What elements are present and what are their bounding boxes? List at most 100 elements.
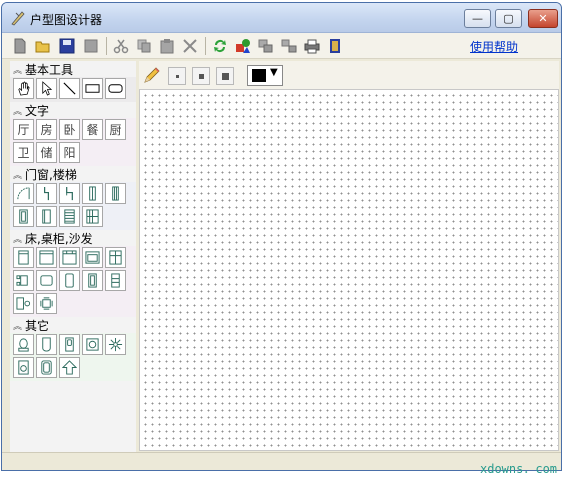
washer-tool[interactable] [13, 357, 34, 378]
help-link[interactable]: 使用帮助 [470, 38, 518, 55]
close-file-button[interactable] [81, 36, 101, 56]
spiral-stairs-tool[interactable] [82, 206, 103, 227]
new-file-button[interactable] [10, 36, 30, 56]
line-icon [63, 82, 76, 95]
category-header-basic-tools[interactable]: ︽ 基本工具 [10, 61, 136, 77]
text-tool-bedroom[interactable]: 卧 [59, 119, 80, 140]
table-chairs-tool[interactable] [13, 270, 34, 291]
line-width-medium-button[interactable] [192, 67, 210, 85]
category-label: 其它 [25, 318, 50, 333]
door-single-tool[interactable] [36, 183, 57, 204]
group-button[interactable] [256, 36, 276, 56]
title-bar[interactable]: 户型图设计器 — ▢ ✕ [2, 3, 561, 33]
category-body-basic-tools [10, 77, 136, 102]
sofa-tool[interactable] [82, 247, 103, 268]
pencil-icon[interactable] [143, 66, 161, 84]
color-swatch [252, 69, 266, 82]
window-frame-tool[interactable] [13, 206, 34, 227]
rounded-rect-tool[interactable] [105, 78, 126, 99]
door-double-tool[interactable] [59, 183, 80, 204]
delete-button[interactable] [180, 36, 200, 56]
layers-button[interactable] [233, 36, 253, 56]
category-body-other [10, 333, 136, 381]
bed-single-tool[interactable] [13, 247, 34, 268]
window-title: 户型图设计器 [30, 13, 103, 27]
door-swing-icon [17, 187, 30, 200]
toilet-tool[interactable] [13, 334, 34, 355]
category-body-furniture [10, 246, 136, 317]
hand-icon [18, 81, 30, 96]
text-tool-dining[interactable]: 餐 [82, 119, 103, 140]
sofa-icon [85, 251, 100, 264]
table-tool[interactable] [36, 270, 57, 291]
open-file-button[interactable] [33, 36, 53, 56]
text-tool-hall[interactable]: 厅 [13, 119, 34, 140]
properties-bar: ▼ [139, 61, 559, 89]
cabinet-icon [65, 273, 74, 288]
minimize-button[interactable]: — [464, 9, 491, 28]
wide-window-tool[interactable] [105, 183, 126, 204]
fridge-tool[interactable] [36, 357, 57, 378]
copy-button[interactable] [134, 36, 154, 56]
line-width-small-button[interactable] [168, 67, 186, 85]
door-swing-tool[interactable] [13, 183, 34, 204]
text-tool-room[interactable]: 房 [36, 119, 57, 140]
window-tool[interactable] [82, 183, 103, 204]
delete-x-icon [183, 39, 197, 53]
large-dot-icon [221, 72, 229, 80]
drawing-canvas[interactable] [139, 89, 559, 451]
cabinet-tool[interactable] [59, 270, 80, 291]
category-header-doors-stairs[interactable]: ︽ 门窗,楼梯 [10, 166, 136, 182]
hand-tool[interactable] [13, 78, 34, 99]
paste-button[interactable] [157, 36, 177, 56]
category-header-text[interactable]: ︽ 文字 [10, 102, 136, 118]
washer-icon [18, 360, 29, 375]
text-tool-kitchen[interactable]: 厨 [105, 119, 126, 140]
cut-button[interactable] [111, 36, 131, 56]
maximize-button[interactable]: ▢ [495, 9, 522, 28]
wardrobe-tool[interactable] [105, 247, 126, 268]
close-button[interactable]: ✕ [528, 9, 558, 28]
stairs-tool[interactable] [59, 206, 80, 227]
plant-tool[interactable] [105, 334, 126, 355]
category-body-doors-stairs [10, 182, 136, 230]
text-tool-bathroom[interactable]: 卫 [13, 142, 34, 163]
color-picker[interactable]: ▼ [247, 65, 283, 86]
exit-button[interactable] [325, 36, 345, 56]
copy-icon [137, 39, 151, 53]
bed-double-tool[interactable] [36, 247, 57, 268]
group-icon [258, 39, 273, 53]
bookcase-tool[interactable] [82, 270, 103, 291]
dining-set-tool[interactable] [36, 293, 57, 314]
chevron-up-icon: ︽ [13, 170, 23, 181]
cursor-arrow-icon [42, 81, 53, 96]
sink-tool[interactable] [82, 334, 103, 355]
category-label: 床,桌柜,沙发 [25, 231, 93, 246]
open-folder-icon [35, 41, 50, 53]
maximize-icon: ▢ [503, 12, 514, 25]
shower-tool[interactable] [59, 334, 80, 355]
line-width-large-button[interactable] [216, 67, 234, 85]
door-double-icon [66, 186, 73, 201]
bed-pillows-tool[interactable] [59, 247, 80, 268]
desk-chair-tool[interactable] [13, 293, 34, 314]
rectangle-tool[interactable] [82, 78, 103, 99]
dining-set-icon [40, 297, 53, 310]
shape-palette: ︽ 基本工具 ︽ 文字 厅 房 卧 餐 厨 卫 储 阳 ︽ 门窗,楼梯 ︽ 床,… [10, 61, 136, 453]
line-tool[interactable] [59, 78, 80, 99]
dresser-tool[interactable] [105, 270, 126, 291]
select-tool[interactable] [36, 78, 57, 99]
sliding-window-tool[interactable] [36, 206, 57, 227]
ungroup-button[interactable] [279, 36, 299, 56]
print-button[interactable] [302, 36, 322, 56]
category-header-other[interactable]: ︽ 其它 [10, 317, 136, 333]
refresh-button[interactable] [210, 36, 230, 56]
text-tool-storage[interactable]: 储 [36, 142, 57, 163]
text-tool-balcony[interactable]: 阳 [59, 142, 80, 163]
compass-tool[interactable] [59, 357, 80, 378]
sliding-window-icon [42, 209, 51, 224]
bathtub-tool[interactable] [36, 334, 57, 355]
category-header-furniture[interactable]: ︽ 床,桌柜,沙发 [10, 230, 136, 246]
minimize-icon: — [472, 12, 483, 25]
save-button[interactable] [57, 36, 77, 56]
